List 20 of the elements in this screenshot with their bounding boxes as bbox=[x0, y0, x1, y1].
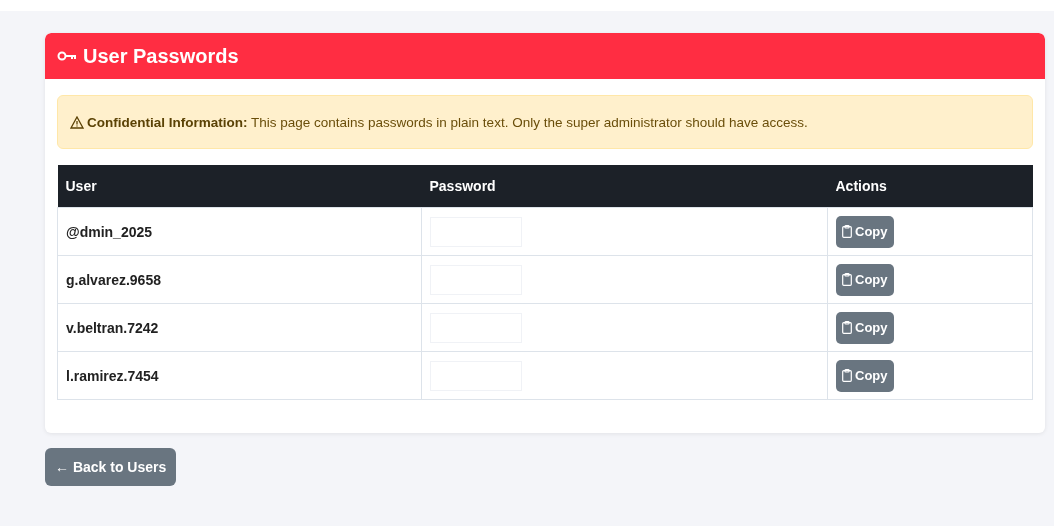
column-header: Password bbox=[421, 165, 828, 208]
username-cell: v.beltran.7242 bbox=[57, 303, 422, 352]
clipboard-icon bbox=[842, 321, 852, 334]
clipboard-icon bbox=[842, 369, 852, 382]
key-icon bbox=[57, 50, 77, 62]
clipboard-icon bbox=[842, 273, 852, 286]
username-cell: l.ramirez.7454 bbox=[57, 351, 422, 400]
copy-button[interactable]: Copy bbox=[836, 359, 894, 392]
card-title: User Passwords bbox=[83, 44, 239, 68]
back-button[interactable]: ← Back to Users bbox=[45, 448, 177, 486]
warning-icon bbox=[70, 115, 84, 129]
clipboard-icon bbox=[842, 225, 852, 238]
copy-button[interactable]: Copy bbox=[836, 311, 894, 344]
column-header: Actions bbox=[827, 165, 1033, 208]
username-cell: @dmin_2025 bbox=[57, 207, 422, 256]
copy-button[interactable]: Copy bbox=[836, 263, 894, 296]
username-cell: g.alvarez.9658 bbox=[57, 255, 422, 304]
column-header: User bbox=[57, 165, 422, 208]
alert-text: Confidential Information: This page contains passwords in plain text. Only the super administrator should have access. bbox=[87, 114, 808, 130]
copy-button[interactable]: Copy bbox=[836, 215, 894, 248]
